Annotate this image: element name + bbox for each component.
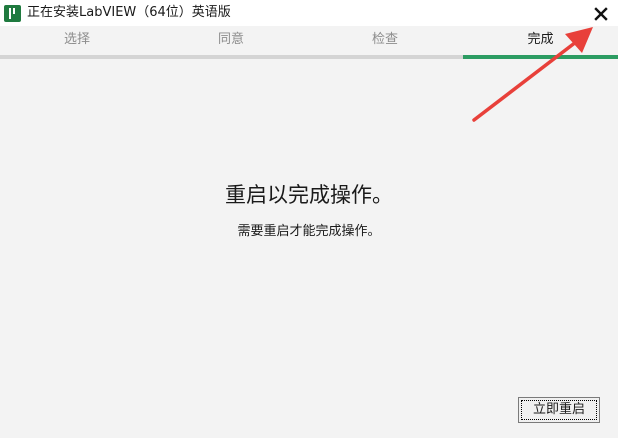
close-icon[interactable]	[591, 4, 611, 24]
window-bottom-edge	[0, 438, 618, 443]
tab-review: 检查	[371, 32, 398, 47]
restart-message: 需要重启才能完成操作。	[237, 224, 381, 239]
tab-finish: 完成	[527, 32, 554, 47]
labview-installer-icon	[4, 5, 21, 22]
annotation-arrow	[472, 27, 593, 122]
restart-headline: 重启以完成操作。	[225, 183, 393, 207]
tab-select: 选择	[63, 32, 90, 47]
tab-agree: 同意	[217, 32, 244, 47]
installer-window: 正在安装LabVIEW（64位）英语版 选择 同意 检查 完成 重启以完成操作。…	[0, 0, 618, 443]
window-title: 正在安装LabVIEW（64位）英语版	[27, 5, 231, 20]
step-tabs: 选择 同意 检查 完成	[0, 27, 618, 54]
restart-now-button[interactable]: 立即重启	[518, 397, 600, 423]
tab-progress-active	[463, 55, 618, 59]
title-bar: 正在安装LabVIEW（64位）英语版	[0, 0, 618, 26]
